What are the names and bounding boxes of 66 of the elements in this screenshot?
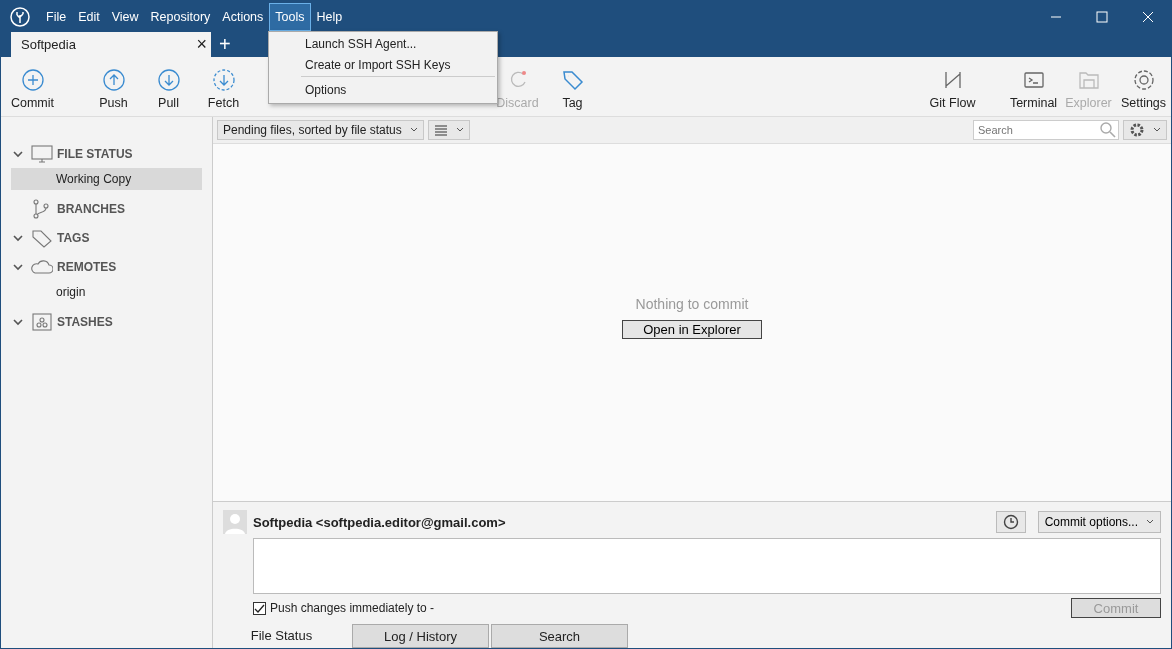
gear-icon (1129, 122, 1145, 138)
commit-options-dropdown[interactable]: Commit options... (1037, 511, 1161, 533)
chevron-down-icon[interactable] (13, 233, 23, 243)
plus-circle-icon (20, 68, 45, 92)
search-field[interactable]: Search (973, 120, 1119, 140)
sidebar-section-title[interactable]: TAGS (57, 231, 90, 245)
settings-dropdown[interactable] (1123, 120, 1167, 140)
menu-item[interactable]: File (40, 2, 73, 31)
menu-item[interactable]: View (105, 2, 145, 31)
sidebar-item[interactable]: origin (11, 281, 202, 303)
bottom-tab[interactable]: Log / History (352, 624, 489, 648)
chevron-down-icon[interactable] (13, 149, 23, 159)
search-icon (1100, 122, 1116, 138)
push-checkbox[interactable]: Push changes immediately to - (253, 601, 435, 615)
list-view-dropdown[interactable] (427, 120, 470, 140)
bottom-tab[interactable]: Search (491, 624, 628, 648)
stash-icon (31, 312, 53, 332)
menu-item[interactable]: Edit (72, 2, 106, 31)
new-tab-button[interactable]: + (219, 32, 231, 57)
menu-item[interactable]: Help (310, 2, 349, 31)
settings-icon (1131, 68, 1156, 92)
open-in-explorer-button[interactable]: Open in Explorer (622, 320, 762, 339)
toolbar-button[interactable]: Commit (5, 68, 60, 110)
menu-item[interactable]: Actions (216, 2, 270, 31)
commit-message-field[interactable] (253, 538, 1161, 594)
menu-item[interactable]: Repository (144, 2, 217, 31)
history-button[interactable] (995, 511, 1026, 533)
menu-option[interactable]: Create or Import SSH Keys (301, 55, 495, 77)
cloud-icon (31, 257, 53, 277)
toolbar-button[interactable]: Settings (1116, 68, 1171, 110)
author-name: Softpedia <softpedia.editor@gmail.com> (253, 514, 506, 530)
chevron-down-icon (1146, 519, 1154, 525)
chevron-down-icon[interactable] (13, 262, 23, 272)
dashed-down-arrow-circle-icon (211, 68, 236, 92)
list-icon (433, 124, 448, 136)
maximize-icon[interactable] (1096, 10, 1108, 23)
sort-dropdown[interactable]: Pending files, sorted by file status (217, 120, 424, 140)
tag-icon (560, 68, 585, 92)
toolbar-button[interactable]: Fetch (196, 68, 251, 110)
toolbar-button[interactable]: Push (86, 68, 141, 110)
menu-option[interactable]: Launch SSH Agent... (269, 34, 497, 55)
close-icon[interactable] (1142, 10, 1154, 23)
sidebar-section-title[interactable]: FILE STATUS (57, 147, 133, 161)
toolbar-button[interactable]: Git Flow (925, 68, 980, 110)
sidebar-section-title[interactable]: BRANCHES (57, 202, 125, 216)
tree-logo-icon (10, 6, 30, 27)
repository-tab[interactable]: Softpedia × (11, 32, 211, 57)
sidebar-item[interactable]: Working Copy (11, 168, 202, 190)
empty-message: Nothing to commit (635, 296, 749, 312)
down-arrow-circle-icon (156, 68, 181, 92)
menu-item[interactable]: Tools (269, 2, 311, 31)
toolbar-button[interactable]: Pull (141, 68, 196, 110)
sidebar-section-title[interactable]: STASHES (57, 315, 113, 329)
toolbar-button[interactable]: Terminal (1006, 68, 1061, 110)
chevron-down-icon[interactable] (13, 317, 23, 327)
chevron-down-icon (409, 127, 418, 133)
check-icon (254, 602, 265, 614)
up-arrow-circle-icon (101, 68, 126, 92)
avatar-silhouette-icon (223, 510, 247, 534)
close-tab-button[interactable]: × (196, 34, 207, 55)
chevron-down-icon (455, 127, 464, 133)
toolbar-button[interactable]: Tag (545, 68, 600, 110)
monitor-icon (31, 144, 53, 164)
sidebar-section-title[interactable]: REMOTES (57, 260, 117, 274)
tag-icon (31, 228, 53, 248)
chevron-down-icon (1153, 127, 1161, 133)
